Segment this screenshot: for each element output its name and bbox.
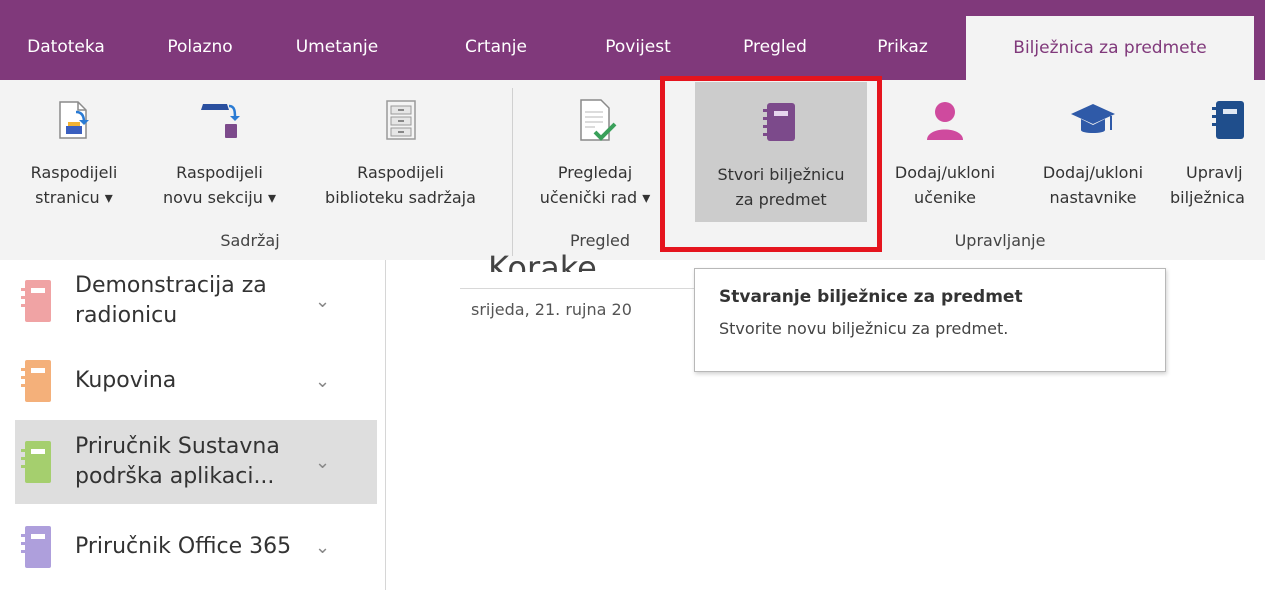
tab-file[interactable]: Datoteka — [10, 0, 122, 80]
review-work-icon — [573, 80, 617, 160]
create-class-notebook-button[interactable]: Stvori bilježnicu za predmet — [695, 82, 867, 222]
tab-history[interactable]: Povijest — [586, 0, 690, 80]
tooltip-title: Stvaranje bilježnice za predmet — [719, 287, 1023, 307]
notebook-icon — [15, 278, 75, 324]
add-remove-students-label-1: Dodaj/ukloni — [894, 163, 996, 182]
page-title[interactable]: Korake — [488, 242, 597, 272]
create-notebook-label-1: Stvori bilježnicu — [717, 165, 845, 184]
distribute-library-label-2: biblioteku sadržaja — [325, 188, 476, 207]
distribute-section-label-1: Raspodijeli — [176, 163, 263, 182]
distribute-page-icon — [52, 80, 96, 160]
add-remove-students-button[interactable]: Dodaj/ukloni učenike — [875, 80, 1015, 230]
add-remove-students-label-2: učenike — [914, 188, 976, 207]
manage-notebooks-icon — [1168, 80, 1265, 160]
teachers-icon — [1069, 80, 1117, 160]
notebook-item[interactable]: Demonstracija za radionicu ⌄ — [15, 264, 377, 338]
tab-draw[interactable]: Crtanje — [448, 0, 544, 80]
notebook-item[interactable]: Priručnik Office 365 ⌄ — [15, 508, 377, 586]
manage-notebooks-label-1: Upravlj — [1186, 163, 1243, 182]
tab-class-notebook[interactable]: Bilježnica za predmete — [966, 16, 1254, 80]
group-divider — [512, 88, 513, 256]
distribute-page-label-2: stranicu ▾ — [35, 188, 113, 207]
distribute-page-label-1: Raspodijeli — [30, 163, 118, 182]
distribute-library-button[interactable]: Raspodijeli biblioteku sadržaja — [298, 80, 503, 230]
content-library-icon — [381, 80, 421, 160]
tab-insert[interactable]: Umetanje — [282, 0, 392, 80]
distribute-page-button[interactable]: Raspodijeli stranicu ▾ — [8, 80, 140, 230]
notebook-icon — [15, 439, 75, 485]
distribute-library-label-1: Raspodijeli — [357, 163, 444, 182]
tab-review[interactable]: Pregled — [725, 0, 825, 80]
create-notebook-icon — [761, 82, 801, 162]
notebook-list: Demonstracija za radionicu ⌄ Kupovina ⌄ … — [0, 260, 386, 590]
distribute-section-label-2: novu sekciju ▾ — [162, 188, 276, 207]
notebook-name: Demonstracija za radionicu — [75, 273, 267, 328]
tooltip: Stvaranje bilježnice za predmet Stvorite… — [694, 268, 1166, 372]
tooltip-description: Stvorite novu bilježnicu za predmet. — [719, 319, 1009, 338]
notebook-item[interactable]: Kupovina ⌄ — [15, 346, 377, 416]
add-remove-teachers-label-1: Dodaj/ukloni — [1042, 163, 1144, 182]
students-icon — [923, 80, 967, 160]
notebook-icon — [15, 524, 75, 570]
notebook-item[interactable]: Priručnik Sustavna podrška aplikaci... ⌄ — [15, 420, 377, 504]
notebook-name: Kupovina — [75, 368, 177, 393]
create-notebook-label-2: za predmet — [735, 190, 827, 209]
ribbon-tab-bar: Datoteka Polazno Umetanje Crtanje Povije… — [0, 0, 1265, 80]
review-student-work-button[interactable]: Pregledaj učenički rad ▾ — [520, 80, 670, 230]
tab-home[interactable]: Polazno — [150, 0, 250, 80]
distribute-section-icon — [195, 80, 245, 160]
chevron-down-icon[interactable]: ⌄ — [315, 371, 330, 392]
review-student-work-label-2: učenički rad ▾ — [539, 188, 651, 207]
chevron-down-icon[interactable]: ⌄ — [315, 537, 330, 558]
page-date: srijeda, 21. rujna 20 — [471, 300, 632, 319]
manage-notebooks-button[interactable]: Upravlj bilježnica — [1168, 80, 1265, 230]
chevron-down-icon[interactable]: ⌄ — [315, 452, 330, 473]
title-underline — [460, 288, 700, 289]
notebook-name: Priručnik Sustavna podrška aplikaci... — [75, 434, 280, 489]
notebook-name: Priručnik Office 365 — [75, 534, 292, 559]
notebook-icon — [15, 358, 75, 404]
review-student-work-label-1: Pregledaj — [557, 163, 633, 182]
group-label-manage: Upravljanje — [954, 231, 1046, 250]
chevron-down-icon[interactable]: ⌄ — [315, 291, 330, 312]
distribute-section-button[interactable]: Raspodijeli novu sekciju ▾ — [142, 80, 297, 230]
group-label-content: Sadržaj — [220, 231, 280, 250]
add-remove-teachers-button[interactable]: Dodaj/ukloni nastavnike — [1018, 80, 1168, 230]
tab-view[interactable]: Prikaz — [860, 0, 945, 80]
manage-notebooks-label-2: bilježnica — [1170, 188, 1245, 207]
add-remove-teachers-label-2: nastavnike — [1049, 188, 1137, 207]
